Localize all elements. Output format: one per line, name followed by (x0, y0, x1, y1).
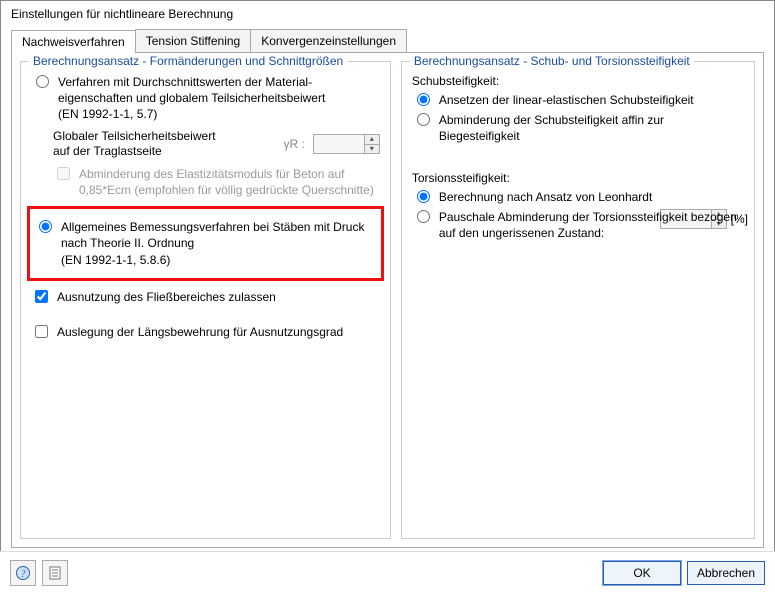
tab-konvergenzeinstellungen[interactable]: Konvergenzeinstellungen (250, 29, 407, 52)
help-icon: ? (15, 565, 31, 581)
radio-torsion-leonhardt[interactable] (417, 190, 430, 203)
dialog-footer: ? OK Abbrechen (0, 551, 775, 594)
cancel-button[interactable]: Abbrechen (687, 561, 765, 585)
label-durchschnittswerte: Verfahren mit Durchschnittswerten der Ma… (58, 74, 325, 123)
help-button[interactable]: ? (10, 560, 36, 586)
radio-schub-linear[interactable] (417, 93, 430, 106)
group-schub-torsion: Berechnungsansatz - Schub- und Torsionss… (401, 61, 755, 539)
label-torsion-leonhardt: Berechnung nach Ansatz von Leonhardt (439, 189, 653, 205)
label-abminderung-ecm: Abminderung des Elastizitätsmoduls für B… (79, 166, 380, 198)
label-auslegung-laengsbewehrung: Auslegung der Längsbewehrung für Ausnutz… (57, 324, 343, 340)
highlight-box: Allgemeines Bemessungsverfahren bei Stäb… (27, 206, 384, 281)
input-gamma-r[interactable] (314, 135, 364, 153)
group-title-right: Berechnungsansatz - Schub- und Torsionss… (410, 54, 694, 68)
tab-strip: Nachweisverfahren Tension Stiffening Kon… (11, 29, 764, 52)
radio-allgemeines-verfahren[interactable] (39, 220, 52, 233)
ok-button[interactable]: OK (603, 561, 681, 585)
radio-torsion-pauschal[interactable] (417, 210, 430, 223)
spinner-down-icon[interactable]: ▾ (365, 144, 379, 153)
label-schub-linear: Ansetzen der linear-elastischen Schubste… (439, 92, 694, 108)
symbol-gamma-r: γR : (283, 137, 304, 151)
label-allgemeines-verfahren: Allgemeines Bemessungsverfahren bei Stäb… (61, 219, 377, 268)
info-button[interactable] (42, 560, 68, 586)
checkbox-fliessbereich[interactable] (35, 290, 48, 303)
label-fliessbereich: Ausnutzung des Fließbereiches zulassen (57, 289, 276, 305)
window-title: Einstellungen für nichtlineare Berechnun… (1, 1, 774, 27)
radio-durchschnittswerte[interactable] (36, 75, 49, 88)
document-icon (47, 565, 63, 581)
label-schub-abminderung: Abminderung der Schubsteifigkeit affin z… (439, 112, 744, 144)
heading-torsionssteifigkeit: Torsionssteifigkeit: (412, 171, 744, 185)
svg-text:?: ? (21, 569, 26, 580)
spinner-up-icon[interactable]: ▴ (365, 135, 379, 144)
radio-schub-abminderung[interactable] (417, 113, 430, 126)
spinner-gamma-r[interactable]: ▴ ▾ (313, 134, 380, 154)
tab-nachweisverfahren[interactable]: Nachweisverfahren (11, 30, 136, 53)
checkbox-abminderung-ecm (57, 167, 70, 180)
tab-tension-stiffening[interactable]: Tension Stiffening (135, 29, 252, 52)
group-title-left: Berechnungsansatz - Formänderungen und S… (29, 54, 347, 68)
checkbox-auslegung-laengsbewehrung[interactable] (35, 325, 48, 338)
label-gamma: Globaler Teilsicherheitsbeiwert auf der … (53, 129, 233, 160)
heading-schubsteifigkeit: Schubsteifigkeit: (412, 74, 744, 88)
group-formaenderungen: Berechnungsansatz - Formänderungen und S… (20, 61, 391, 539)
